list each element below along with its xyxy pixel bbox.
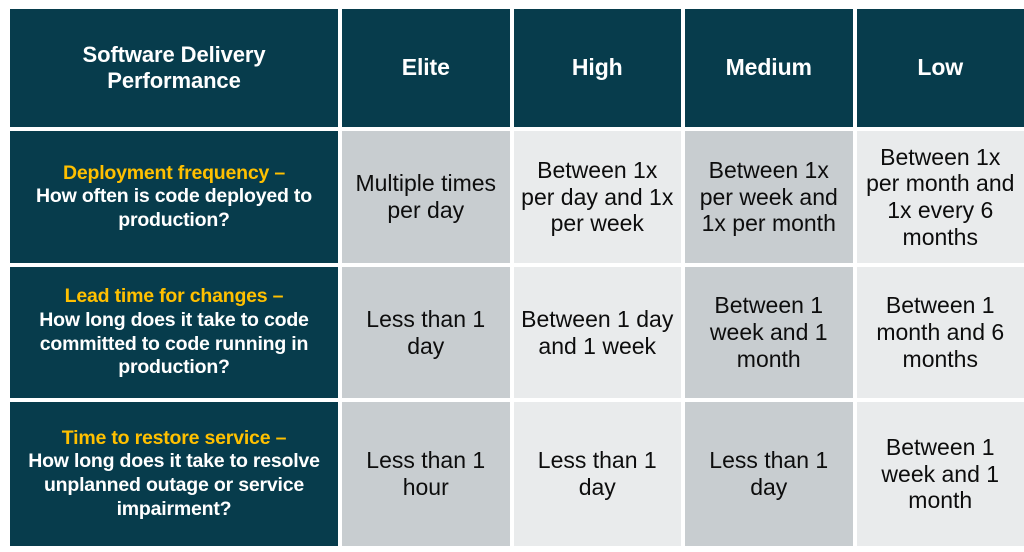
metric-question-time-to-restore-service: How long does it take to resolve unplann… — [28, 450, 320, 520]
metric-question-deployment-frequency: How often is code deployed to production… — [36, 185, 312, 231]
cell-lead-time-for-changes-high: Between 1 day and 1 week — [513, 267, 681, 398]
cell-lead-time-for-changes-low: Between 1 month and 6 months — [856, 267, 1024, 398]
metric-cell-time-to-restore-service: Time to restore service – How long does … — [10, 402, 338, 546]
cell-time-to-restore-service-low: Between 1 week and 1 month — [856, 402, 1024, 546]
software-delivery-performance-table: Software Delivery Performance Elite High… — [10, 9, 1024, 552]
header-cell-high: High — [513, 9, 681, 127]
metric-cell-deployment-frequency: Deployment frequency – How often is code… — [10, 131, 338, 263]
table-row: Deployment frequency – How often is code… — [10, 131, 1024, 263]
metric-name-lead-time-for-changes: Lead time for changes – — [64, 285, 284, 308]
metric-name-deployment-frequency: Deployment frequency – — [62, 161, 286, 184]
cell-deployment-frequency-elite: Multiple times per day — [342, 131, 510, 263]
table-row: Lead time for changes – How long does it… — [10, 267, 1024, 398]
cell-time-to-restore-service-high: Less than 1 day — [513, 402, 681, 546]
header-cell-metric: Software Delivery Performance — [10, 9, 338, 127]
cell-time-to-restore-service-elite: Less than 1 hour — [342, 402, 510, 546]
cell-lead-time-for-changes-medium: Between 1 week and 1 month — [685, 267, 853, 398]
cell-deployment-frequency-medium: Between 1x per week and 1x per month — [685, 131, 853, 263]
metric-name-time-to-restore-service: Time to restore service – — [61, 426, 287, 449]
metric-cell-lead-time-for-changes: Lead time for changes – How long does it… — [10, 267, 338, 398]
cell-time-to-restore-service-medium: Less than 1 day — [685, 402, 853, 546]
table-header-row: Software Delivery Performance Elite High… — [10, 9, 1024, 127]
header-cell-medium: Medium — [685, 9, 853, 127]
metric-question-lead-time-for-changes: How long does it take to code committed … — [39, 308, 309, 379]
cell-lead-time-for-changes-elite: Less than 1 day — [342, 267, 510, 398]
cell-deployment-frequency-high: Between 1x per day and 1x per week — [513, 131, 681, 263]
cell-deployment-frequency-low: Between 1x per month and 1x every 6 mont… — [856, 131, 1024, 263]
table-row: Time to restore service – How long does … — [10, 402, 1024, 546]
header-cell-elite: Elite — [342, 9, 510, 127]
header-cell-low: Low — [856, 9, 1024, 127]
